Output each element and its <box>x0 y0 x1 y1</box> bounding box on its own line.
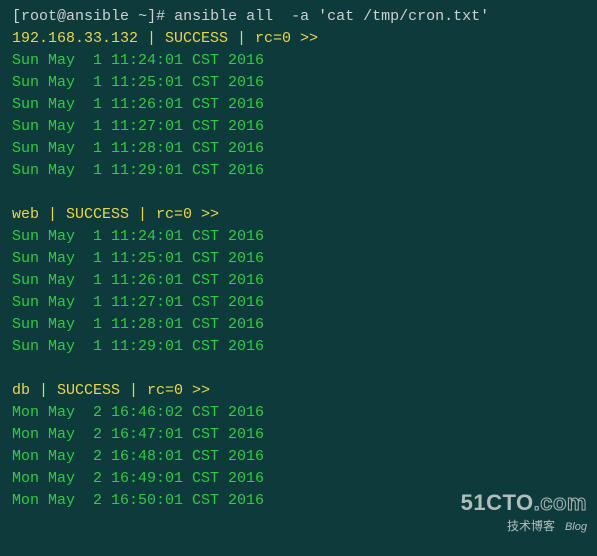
output-line: Sun May 1 11:25:01 CST 2016 <box>12 248 585 270</box>
output-line: Sun May 1 11:24:01 CST 2016 <box>12 50 585 72</box>
output-line: Mon May 2 16:50:01 CST 2016 <box>12 490 585 512</box>
output-line: Sun May 1 11:25:01 CST 2016 <box>12 72 585 94</box>
result-block-2: db | SUCCESS | rc=0 >> Mon May 2 16:46:0… <box>12 380 585 512</box>
prompt-close-bracket: ]# <box>147 8 174 25</box>
output-line: Sun May 1 11:24:01 CST 2016 <box>12 226 585 248</box>
output-line: Sun May 1 11:26:01 CST 2016 <box>12 94 585 116</box>
output-line: Mon May 2 16:49:01 CST 2016 <box>12 468 585 490</box>
shell-prompt[interactable]: [root@ansible ~]# ansible all -a 'cat /t… <box>12 6 585 28</box>
result-header: web | SUCCESS | rc=0 >> <box>12 204 585 226</box>
watermark-sub: 技术博客Blog <box>461 515 587 538</box>
blank-line <box>12 182 585 204</box>
output-line: Sun May 1 11:29:01 CST 2016 <box>12 336 585 358</box>
prompt-open-bracket: [ <box>12 8 21 25</box>
result-header: 192.168.33.132 | SUCCESS | rc=0 >> <box>12 28 585 50</box>
result-header: db | SUCCESS | rc=0 >> <box>12 380 585 402</box>
result-block-1: web | SUCCESS | rc=0 >> Sun May 1 11:24:… <box>12 204 585 358</box>
output-line: Mon May 2 16:48:01 CST 2016 <box>12 446 585 468</box>
output-line: Sun May 1 11:28:01 CST 2016 <box>12 314 585 336</box>
output-line: Sun May 1 11:27:01 CST 2016 <box>12 116 585 138</box>
result-block-0: 192.168.33.132 | SUCCESS | rc=0 >> Sun M… <box>12 28 585 182</box>
prompt-userhost: root@ansible <box>21 8 129 25</box>
output-line: Mon May 2 16:46:02 CST 2016 <box>12 402 585 424</box>
blank-line <box>12 358 585 380</box>
command-text: ansible all -a 'cat /tmp/cron.txt' <box>174 8 489 25</box>
prompt-path: ~ <box>138 8 147 25</box>
output-line: Sun May 1 11:27:01 CST 2016 <box>12 292 585 314</box>
output-line: Sun May 1 11:28:01 CST 2016 <box>12 138 585 160</box>
output-line: Mon May 2 16:47:01 CST 2016 <box>12 424 585 446</box>
output-line: Sun May 1 11:26:01 CST 2016 <box>12 270 585 292</box>
output-line: Sun May 1 11:29:01 CST 2016 <box>12 160 585 182</box>
